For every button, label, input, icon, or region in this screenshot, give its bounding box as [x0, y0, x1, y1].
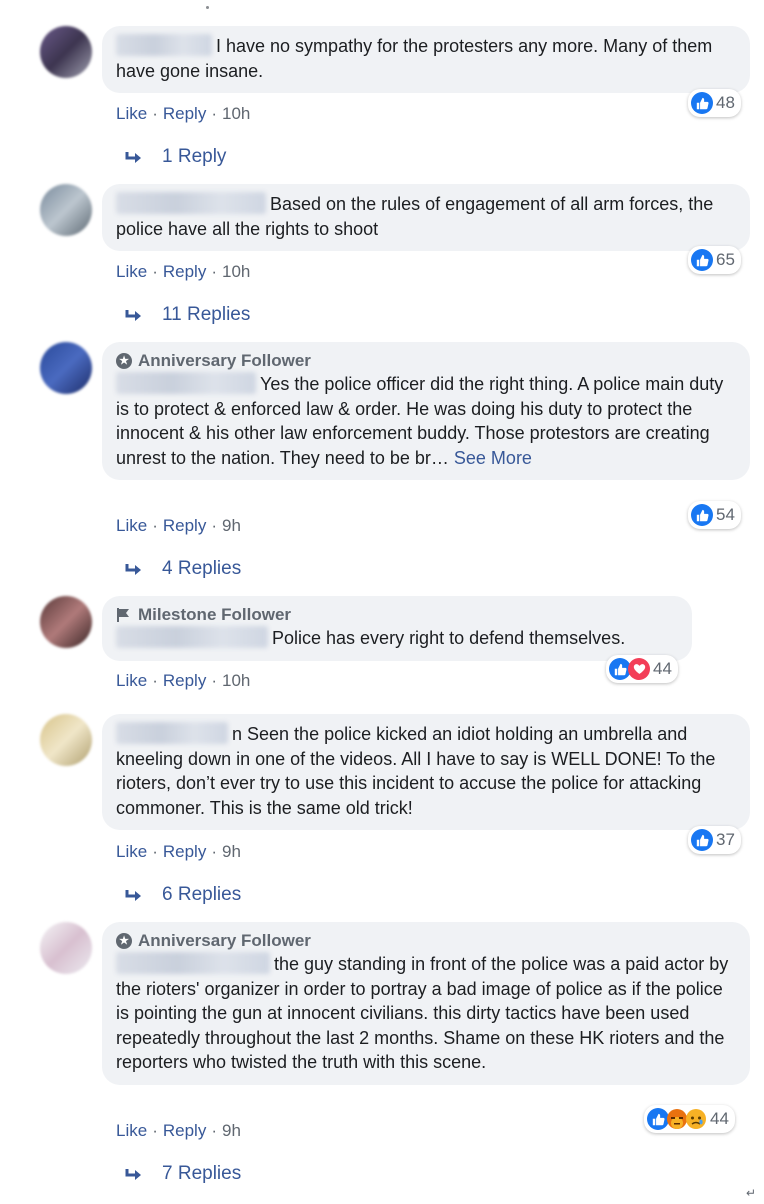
commenter-name-blurred[interactable]	[116, 626, 268, 648]
like-link[interactable]: Like	[116, 842, 147, 861]
anniversary-badge-icon: ★	[116, 353, 132, 369]
anniversary-badge-icon: ★	[116, 933, 132, 949]
like-link[interactable]: Like	[116, 104, 147, 123]
comment-bubble: Based on the rules of engagement of all …	[102, 184, 750, 251]
badge-label: Anniversary Follower	[138, 931, 311, 950]
timestamp[interactable]: 9h	[222, 842, 241, 861]
reply-arrow-icon	[125, 152, 141, 163]
badge-label: Anniversary Follower	[138, 351, 311, 370]
badge-label: Milestone Follower	[138, 605, 292, 624]
reply-arrow-icon	[125, 890, 141, 901]
reaction-count: 48	[716, 93, 735, 112]
like-link[interactable]: Like	[116, 516, 147, 535]
reply-arrow-icon	[125, 564, 141, 575]
comment-bubble: I have no sympathy for the protesters an…	[102, 26, 750, 93]
view-replies-link[interactable]: 6 Replies	[124, 884, 241, 906]
top-dot	[206, 6, 209, 9]
sad-icon	[685, 1108, 707, 1130]
view-replies-link[interactable]: 11 Replies	[124, 304, 250, 326]
reaction-count: 37	[716, 830, 735, 849]
flag-icon	[116, 607, 132, 623]
replies-count[interactable]: 11 Replies	[162, 304, 250, 326]
comment-bubble: n Seen the police kicked an idiot holdin…	[102, 714, 750, 830]
reaction-summary[interactable]: 65	[688, 246, 741, 274]
reaction-summary[interactable]: 54	[688, 501, 741, 529]
reply-link[interactable]: Reply	[163, 104, 206, 123]
comment-actions: Like · Reply · 9h	[116, 842, 241, 861]
follower-badge: Milestone Follower	[116, 604, 676, 626]
replies-count[interactable]: 6 Replies	[162, 884, 241, 906]
comment-actions: Like · Reply · 10h	[116, 671, 251, 690]
timestamp[interactable]: 10h	[222, 262, 250, 281]
love-icon	[628, 658, 650, 680]
avatar[interactable]	[40, 922, 92, 974]
reaction-count: 44	[710, 1109, 729, 1128]
reply-link[interactable]: Reply	[163, 842, 206, 861]
reaction-summary[interactable]: 48	[688, 89, 741, 117]
timestamp[interactable]: 10h	[222, 104, 250, 123]
commenter-name-blurred[interactable]	[116, 192, 266, 214]
avatar[interactable]	[40, 26, 92, 78]
comment-bubble: ★ Anniversary Follower the guy standing …	[102, 922, 750, 1085]
comment-actions: Like · Reply · 10h	[116, 104, 251, 123]
commenter-name-blurred[interactable]	[116, 34, 212, 56]
timestamp[interactable]: 9h	[222, 1121, 241, 1140]
reply-link[interactable]: Reply	[163, 516, 206, 535]
avatar[interactable]	[40, 596, 92, 648]
reply-link[interactable]: Reply	[163, 1121, 206, 1140]
comment-actions: Like · Reply · 10h	[116, 262, 251, 281]
reaction-summary[interactable]: 37	[688, 826, 741, 854]
see-more-link[interactable]: See More	[454, 448, 532, 468]
commenter-name-blurred[interactable]	[116, 722, 228, 744]
replies-count[interactable]: 1 Reply	[162, 146, 226, 168]
reaction-summary[interactable]: 44	[644, 1105, 735, 1133]
follower-badge: ★ Anniversary Follower	[116, 350, 734, 372]
like-link[interactable]: Like	[116, 1121, 147, 1140]
comment-actions: Like · Reply · 9h	[116, 1121, 241, 1140]
follower-badge: ★ Anniversary Follower	[116, 930, 734, 952]
view-replies-link[interactable]: 4 Replies	[124, 558, 241, 580]
reply-arrow-icon	[125, 310, 141, 321]
resize-corner-icon: ↵	[745, 1186, 756, 1200]
like-link[interactable]: Like	[116, 262, 147, 281]
avatar[interactable]	[40, 714, 92, 766]
reply-arrow-icon	[125, 1169, 141, 1180]
view-replies-link[interactable]: 1 Reply	[124, 146, 226, 168]
reaction-count: 44	[653, 659, 672, 678]
replies-count[interactable]: 4 Replies	[162, 558, 241, 580]
like-icon	[691, 504, 713, 526]
reply-link[interactable]: Reply	[163, 671, 206, 690]
comment-actions: Like · Reply · 9h	[116, 516, 241, 535]
timestamp[interactable]: 10h	[222, 671, 250, 690]
commenter-name-blurred[interactable]	[116, 372, 256, 394]
reaction-count: 65	[716, 250, 735, 269]
comment-bubble: ★ Anniversary Follower Yes the police of…	[102, 342, 750, 480]
like-icon	[691, 829, 713, 851]
reaction-count: 54	[716, 505, 735, 524]
reply-link[interactable]: Reply	[163, 262, 206, 281]
like-link[interactable]: Like	[116, 671, 147, 690]
avatar[interactable]	[40, 184, 92, 236]
timestamp[interactable]: 9h	[222, 516, 241, 535]
view-replies-link[interactable]: 7 Replies	[124, 1163, 241, 1185]
like-icon	[691, 92, 713, 114]
comment-text: Police has every right to defend themsel…	[272, 628, 626, 648]
comment-bubble: Milestone Follower Police has every righ…	[102, 596, 692, 661]
reaction-summary[interactable]: 44	[606, 655, 678, 683]
like-icon	[691, 249, 713, 271]
avatar[interactable]	[40, 342, 92, 394]
replies-count[interactable]: 7 Replies	[162, 1163, 241, 1185]
commenter-name-blurred[interactable]	[116, 952, 270, 974]
